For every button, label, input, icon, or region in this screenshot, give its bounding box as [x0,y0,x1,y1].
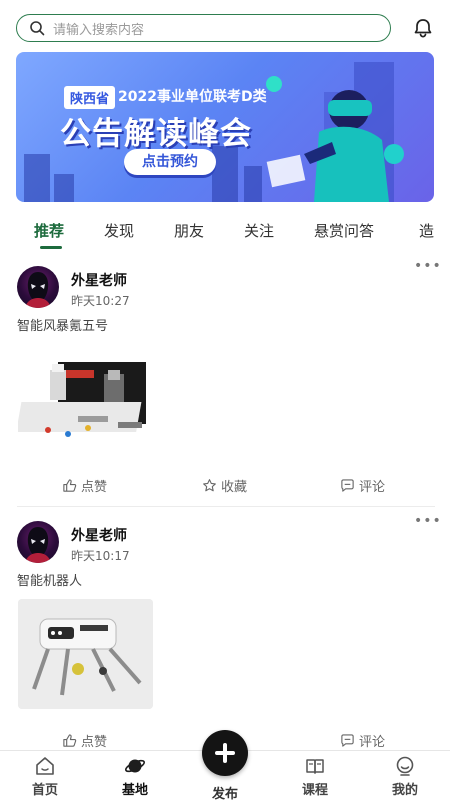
nav-mine-label: 我的 [391,783,418,798]
nav-course-label: 课程 [301,783,328,798]
search-bar[interactable]: 请输入搜索内容 [16,14,391,42]
book-icon [306,759,324,774]
post-author[interactable]: 外星老师 [71,270,127,290]
post-text: 智能机器人 [17,574,83,589]
robot-image [18,599,153,709]
like-label: 点赞 [81,480,108,495]
thumbs-up-icon [63,734,77,747]
post-actions: 点赞 收藏 评论 [0,476,450,498]
more-icon[interactable]: ••• [414,258,442,274]
comment-icon [341,479,354,492]
comment-button[interactable]: 评论 [340,476,385,495]
avatar[interactable] [17,521,59,563]
nav-mine[interactable]: 我的 [375,753,435,798]
search-input[interactable]: 请输入搜索内容 [53,19,144,38]
like-button[interactable]: 点赞 [62,476,107,495]
comment-button[interactable]: 评论 [340,731,385,750]
app-screen: 请输入搜索内容 陕西省 2022事业单位联考D类 公告解读峰会 点击预约 推荐 … [0,0,450,800]
nav-course[interactable]: 课程 [285,753,345,798]
like-button[interactable]: 点赞 [62,731,107,750]
more-icon[interactable]: ••• [414,513,442,529]
banner-building [54,174,74,202]
bell-icon[interactable] [412,17,434,39]
tab-friends[interactable]: 朋友 [174,220,204,241]
banner-province: 陕西省 [64,86,116,109]
publish-plus-button[interactable] [202,730,248,776]
banner-reserve-button[interactable]: 点击预约 [124,149,216,175]
robot-kit-image [18,362,146,437]
feed-tabs: 推荐 发现 朋友 关注 悬赏问答 造 [0,210,450,252]
tab-active-indicator [40,246,62,249]
post-author[interactable]: 外星老师 [71,525,127,545]
favorite-label: 收藏 [221,480,248,495]
nav-base-label: 基地 [121,783,148,798]
tab-recommend[interactable]: 推荐 [34,220,64,241]
home-icon [36,757,54,775]
nav-home[interactable]: 首页 [15,753,75,798]
post-card: 外星老师 昨天10:27 ••• 智能风暴氪五号 点赞 收藏 评论 [0,258,450,507]
nav-publish-label[interactable]: 发布 [195,783,255,800]
comment-label: 评论 [359,480,386,495]
tab-follow[interactable]: 关注 [244,220,274,241]
nav-base[interactable]: 基地 [105,753,165,798]
tab-create[interactable]: 造 [419,220,434,241]
avatar-image [25,527,51,563]
banner-building [244,166,262,202]
banner-building [212,146,238,202]
avatar[interactable] [17,266,59,308]
profile-icon [396,756,414,776]
nav-home-label: 首页 [31,783,58,798]
vr-character-illustration [266,62,404,202]
search-icon [30,21,45,36]
post-image[interactable] [18,599,153,709]
favorite-button[interactable]: 收藏 [202,476,247,495]
post-text: 智能风暴氪五号 [17,319,109,334]
thumbs-up-icon [63,479,77,492]
tab-discover[interactable]: 发现 [104,220,134,241]
post-divider [17,506,435,507]
planet-icon [125,759,145,773]
top-bar: 请输入搜索内容 [0,0,450,52]
post-time: 昨天10:27 [71,294,130,308]
post-card: 外星老师 昨天10:17 ••• 智能机器人 点赞 评论 [0,513,450,750]
banner-headline: 公告解读峰会 [60,116,252,152]
post-image[interactable] [18,342,153,452]
comment-label: 评论 [359,735,386,750]
like-label: 点赞 [81,735,108,750]
comment-icon [341,734,354,747]
banner-building [24,154,50,202]
tab-bounty-qa[interactable]: 悬赏问答 [314,220,374,241]
banner-subtitle: 2022事业单位联考D类 [118,89,267,105]
star-icon [203,479,216,492]
promo-banner[interactable]: 陕西省 2022事业单位联考D类 公告解读峰会 点击预约 [16,52,434,202]
avatar-image [25,272,51,308]
post-time: 昨天10:17 [71,549,130,563]
